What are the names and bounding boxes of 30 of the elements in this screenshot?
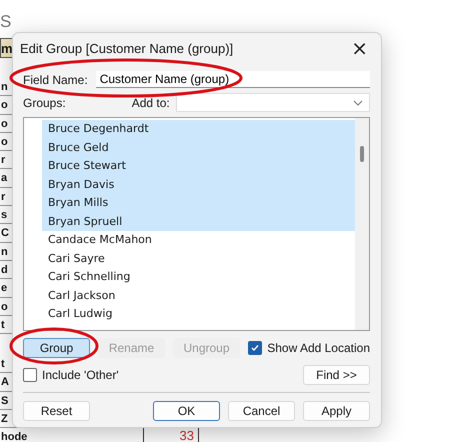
checkbox[interactable] xyxy=(248,341,262,355)
dialog-button[interactable]: Cancel xyxy=(228,401,295,421)
add-to-dropdown[interactable] xyxy=(176,93,370,112)
list-item[interactable]: Bruce Geld xyxy=(42,138,355,157)
list-item[interactable]: Bryan Davis xyxy=(42,176,355,194)
checkmark-icon xyxy=(250,343,260,353)
checkbox[interactable] xyxy=(23,368,37,382)
field-label: Add to: xyxy=(132,96,170,110)
close-button[interactable]: × xyxy=(349,36,370,60)
field-name-input[interactable]: Customer Name (group) xyxy=(96,71,370,88)
list-item[interactable]: Cari Sayre xyxy=(42,250,355,268)
list-item[interactable]: Bryan Spruell xyxy=(42,212,355,231)
list-item[interactable]: Bruce Stewart xyxy=(42,157,355,176)
list-item[interactable]: Carl Jackson xyxy=(42,286,355,305)
list-item[interactable]: Bryan Mills xyxy=(42,194,355,212)
list-item[interactable]: Candace McMahon xyxy=(42,231,355,250)
scrollbar[interactable] xyxy=(355,118,369,330)
scroll-thumb[interactable] xyxy=(360,146,364,162)
sheet-title: S xyxy=(0,11,12,33)
list-item[interactable]: Bruce Degenhardt xyxy=(42,120,355,138)
find-button[interactable]: Find >> xyxy=(303,365,370,385)
dialog-button[interactable]: OK xyxy=(153,401,220,421)
chevron-down-icon xyxy=(353,100,363,106)
list-item[interactable]: Cari Schnelling xyxy=(42,268,355,286)
checkbox-label: Include 'Other' xyxy=(42,368,119,382)
list-item[interactable]: Carl Ludwig xyxy=(42,305,355,324)
action-button[interactable]: Group xyxy=(23,338,90,358)
dialog-button[interactable]: Reset xyxy=(23,401,90,421)
checkbox-label: Show Add Location xyxy=(267,341,370,355)
dialog-button[interactable]: Apply xyxy=(303,401,370,421)
